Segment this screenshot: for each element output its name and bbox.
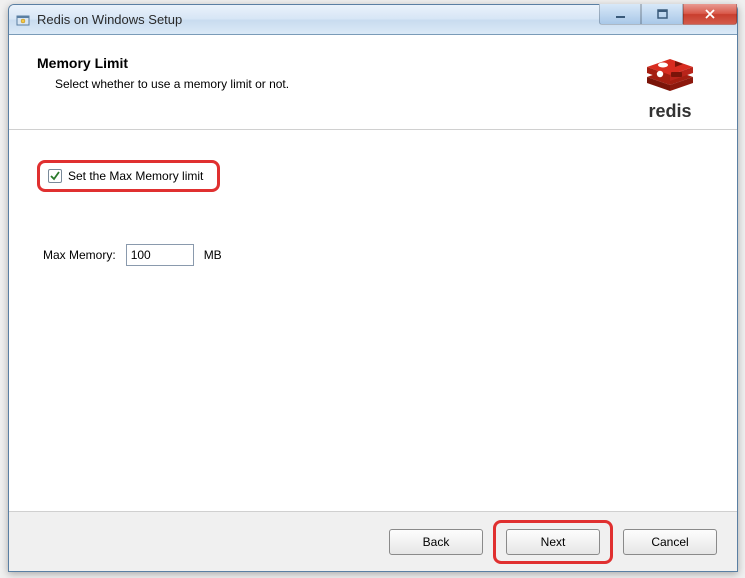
max-memory-label: Max Memory: — [43, 248, 116, 262]
wizard-header: Memory Limit Select whether to use a mem… — [9, 35, 737, 130]
content-area: Memory Limit Select whether to use a mem… — [9, 35, 737, 571]
next-button[interactable]: Next — [506, 529, 600, 555]
redis-logo: redis — [631, 55, 709, 122]
max-memory-checkbox-label[interactable]: Set the Max Memory limit — [68, 169, 203, 183]
minimize-button[interactable] — [599, 4, 641, 25]
max-memory-input[interactable] — [126, 244, 194, 266]
window-controls — [599, 4, 737, 25]
installer-icon — [15, 12, 31, 28]
next-button-highlight: Next — [493, 520, 613, 564]
maximize-button[interactable] — [641, 4, 683, 25]
wizard-footer: Back Next Cancel — [9, 511, 737, 571]
max-memory-unit: MB — [204, 248, 222, 262]
cancel-button[interactable]: Cancel — [623, 529, 717, 555]
check-icon — [49, 170, 61, 182]
page-subtitle: Select whether to use a memory limit or … — [55, 77, 289, 91]
max-memory-checkbox[interactable] — [48, 169, 62, 183]
max-memory-field-row: Max Memory: MB — [43, 244, 709, 266]
redis-logo-text: redis — [631, 101, 709, 122]
wizard-body: Set the Max Memory limit Max Memory: MB — [9, 130, 737, 470]
close-button[interactable] — [683, 4, 737, 25]
max-memory-checkbox-row: Set the Max Memory limit — [37, 160, 220, 192]
redis-cube-icon — [641, 55, 699, 99]
titlebar[interactable]: Redis on Windows Setup — [9, 5, 737, 35]
page-title: Memory Limit — [37, 55, 289, 71]
back-button[interactable]: Back — [389, 529, 483, 555]
installer-window: Redis on Windows Setup Memory Limit Sele… — [8, 4, 738, 572]
